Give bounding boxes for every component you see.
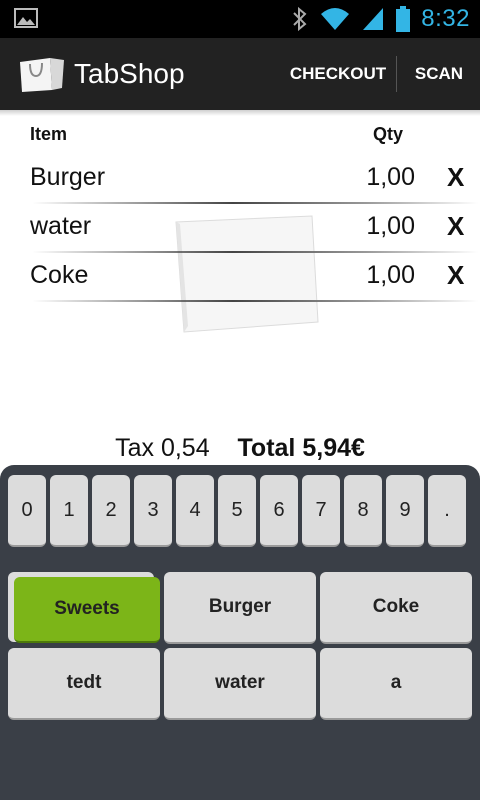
key-6[interactable]: 6 xyxy=(260,475,298,547)
remove-item-button[interactable]: X xyxy=(447,260,464,291)
shopping-bag-icon xyxy=(20,58,64,92)
scan-button[interactable]: SCAN xyxy=(400,38,478,110)
product-button[interactable]: tedt xyxy=(8,648,160,720)
key-decimal[interactable]: . xyxy=(428,475,466,547)
column-header-qty: Qty xyxy=(373,124,404,144)
product-button[interactable]: Coke xyxy=(320,572,472,644)
item-name: water xyxy=(30,212,92,240)
item-qty: 1,00 xyxy=(366,163,415,191)
item-name: Coke xyxy=(30,261,89,289)
key-1[interactable]: 1 xyxy=(50,475,88,547)
app-title: TabShop xyxy=(74,58,185,89)
key-4[interactable]: 4 xyxy=(176,475,214,547)
image-icon xyxy=(14,8,38,28)
key-5[interactable]: 5 xyxy=(218,475,256,547)
row-divider xyxy=(32,300,478,302)
product-button-selected[interactable]: Sweets xyxy=(14,577,160,643)
signal-icon xyxy=(363,8,384,30)
remove-item-button[interactable]: X xyxy=(447,162,464,193)
list-item[interactable]: Burger 1,00 X xyxy=(0,155,480,204)
keypad-panel: 0 1 2 3 4 5 6 7 8 9 . Sweets Burger Coke… xyxy=(0,465,480,800)
totals-line: Tax 0,54 Total 5,94€ xyxy=(0,434,480,463)
remove-item-button[interactable]: X xyxy=(447,211,464,242)
item-qty: 1,00 xyxy=(366,261,415,289)
key-7[interactable]: 7 xyxy=(302,475,340,547)
list-item[interactable]: Coke 1,00 X xyxy=(0,253,480,302)
key-3[interactable]: 3 xyxy=(134,475,172,547)
action-bar-shadow xyxy=(0,110,480,116)
action-divider xyxy=(396,56,397,92)
product-button[interactable]: a xyxy=(320,648,472,720)
product-button[interactable]: water xyxy=(164,648,316,720)
key-2[interactable]: 2 xyxy=(92,475,130,547)
status-bar: 8:32 xyxy=(0,0,480,38)
item-qty: 1,00 xyxy=(366,212,415,240)
tax-label: Tax xyxy=(115,434,154,462)
key-8[interactable]: 8 xyxy=(344,475,382,547)
wifi-icon xyxy=(321,8,350,30)
total-value: 5,94€ xyxy=(302,434,365,462)
product-button[interactable]: Burger xyxy=(164,572,316,644)
tax-value: 0,54 xyxy=(160,434,210,462)
item-name: Burger xyxy=(30,163,106,191)
key-9[interactable]: 9 xyxy=(386,475,424,547)
total-label: Total xyxy=(237,434,296,462)
status-time: 8:32 xyxy=(421,5,470,32)
action-bar: TabShop CHECKOUT SCAN xyxy=(0,38,480,110)
list-item[interactable]: water 1,00 X xyxy=(0,204,480,253)
checkout-button[interactable]: CHECKOUT xyxy=(282,38,394,110)
column-header-item: Item xyxy=(30,124,68,144)
bluetooth-icon xyxy=(293,6,307,32)
battery-icon xyxy=(396,6,411,32)
key-0[interactable]: 0 xyxy=(8,475,46,547)
